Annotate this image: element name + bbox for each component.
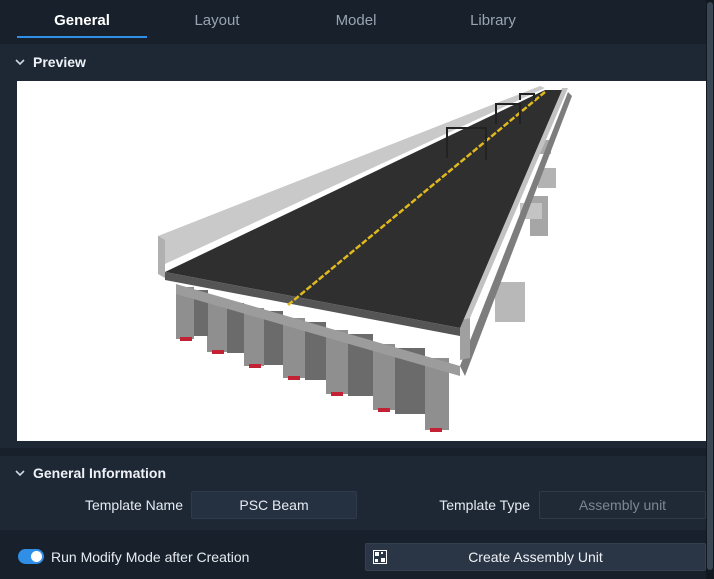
template-name-label: Template Name: [84, 497, 183, 513]
chevron-down-icon[interactable]: [14, 56, 26, 68]
run-modify-mode-label: Run Modify Mode after Creation: [51, 549, 250, 565]
scrollbar[interactable]: [706, 0, 714, 579]
bridge-preview-image: [17, 81, 706, 441]
scrollbar-thumb[interactable]: [707, 2, 713, 570]
create-assembly-unit-label: Create Assembly Unit: [468, 549, 603, 565]
preview-title: Preview: [33, 54, 86, 70]
tab-library[interactable]: Library: [428, 0, 558, 38]
template-type-label: Template Type: [439, 497, 530, 513]
template-type-field: Assembly unit: [539, 491, 706, 519]
run-modify-mode-toggle[interactable]: [18, 549, 44, 564]
tab-model[interactable]: Model: [291, 0, 421, 38]
template-name-field[interactable]: PSC Beam: [191, 491, 357, 519]
general-information-header[interactable]: General Information: [0, 456, 706, 490]
general-information-title: General Information: [33, 465, 167, 481]
tab-layout[interactable]: Layout: [152, 0, 282, 38]
chevron-down-icon[interactable]: [14, 467, 26, 479]
create-assembly-unit-button[interactable]: Create Assembly Unit: [365, 543, 706, 571]
tab-general[interactable]: General: [17, 0, 147, 38]
preview-header[interactable]: Preview: [0, 44, 706, 80]
tab-bar: General Layout Model Library: [0, 0, 714, 40]
